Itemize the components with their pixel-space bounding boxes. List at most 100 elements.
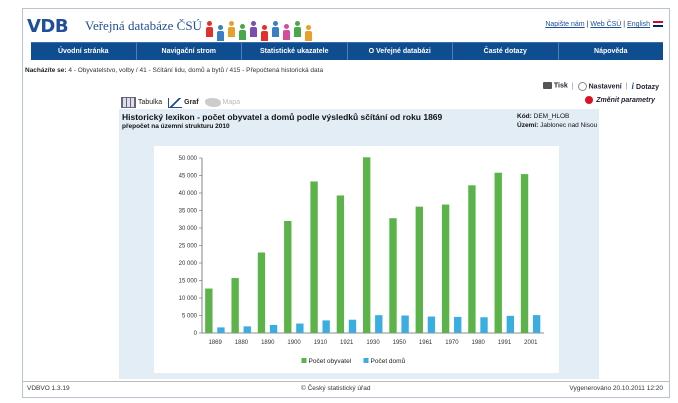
person-icon [249, 21, 258, 37]
bar-population [441, 204, 450, 333]
bar-houses [480, 317, 488, 333]
y-tick-label: 25 000 [179, 244, 198, 250]
bar-houses [348, 319, 357, 333]
y-tick-label: 20 000 [179, 261, 198, 267]
page-frame: VDB Veřejná databáze ČSÚ Napište nám | W… [22, 8, 670, 398]
x-tick-label: 1921 [340, 340, 354, 346]
x-tick-label: 1890 [261, 340, 275, 346]
site-title[interactable]: Veřejná databáze ČSÚ [85, 18, 202, 34]
x-tick-label: 1991 [498, 340, 512, 346]
bar-houses [427, 316, 436, 333]
web-csu-link[interactable]: Web ČSÚ [590, 21, 621, 28]
person-icon [227, 21, 236, 37]
bar-houses [375, 315, 383, 333]
info-icon: i [631, 81, 635, 91]
uk-flag-icon[interactable] [653, 21, 663, 28]
contact-link[interactable]: Napište nám [545, 21, 584, 28]
bar-houses [296, 323, 304, 333]
top-links: Napište nám | Web ČSÚ | English [545, 21, 663, 28]
legend-label: Počet obyvatel [309, 358, 352, 365]
y-tick-label: 15 000 [179, 279, 198, 285]
bar-population [257, 252, 266, 333]
queries-label: Dotazy [636, 84, 659, 91]
bar-population [284, 221, 292, 333]
bar-houses [532, 315, 541, 333]
nav-help[interactable]: Nápověda [559, 43, 664, 60]
nav-tree[interactable]: Navigační strom [137, 43, 242, 60]
printer-icon [542, 82, 552, 90]
print-button[interactable]: Tisk [542, 82, 568, 90]
legend-label: Počet domů [371, 357, 406, 365]
y-tick-label: 45 000 [179, 174, 198, 180]
content-panel: Historický lexikon - počet obyvatel a do… [119, 109, 599, 379]
tab-map: Mapa [204, 98, 241, 107]
graph-icon [168, 97, 183, 108]
bar-population [363, 157, 371, 333]
bar-population [415, 206, 423, 333]
y-tick-label: 0 [194, 331, 198, 337]
tab-graph[interactable]: Graf [168, 97, 199, 108]
settings-label: Nastavení [588, 82, 622, 90]
nav-home[interactable]: Úvodní stránka [31, 43, 137, 60]
tab-map-label: Mapa [222, 99, 241, 106]
x-tick-label: 1880 [235, 340, 249, 346]
legend-swatch [301, 358, 307, 363]
nav-about[interactable]: O Veřejné databázi [348, 43, 453, 60]
bar-population [205, 288, 213, 333]
person-icon [205, 21, 214, 37]
bar-houses [454, 316, 462, 333]
bar-population [389, 218, 397, 333]
people-figures-icon [205, 17, 313, 41]
copyright-text: © Český statistický úřad [301, 385, 371, 392]
nav-faq[interactable]: Časté dotazy [453, 43, 559, 60]
settings-button[interactable]: Nastavení [577, 81, 622, 91]
person-icon [238, 24, 247, 40]
tab-table[interactable]: Tabulka [121, 97, 162, 108]
bar-houses [217, 327, 225, 333]
vdb-logo[interactable]: VDB [27, 16, 69, 37]
bar-houses [506, 315, 515, 333]
breadcrumb-label: Nacházíte se: [25, 67, 67, 74]
x-tick-label: 1930 [366, 340, 380, 346]
english-link[interactable]: English [627, 21, 650, 28]
separator: | [625, 82, 628, 90]
site-header: VDB Veřejná databáze ČSÚ Napište nám | W… [23, 9, 669, 41]
change-params-button[interactable]: Změnit parametry [585, 96, 655, 104]
y-tick-label: 35 000 [179, 209, 198, 215]
y-tick-label: 5 000 [182, 314, 198, 320]
person-icon [304, 25, 313, 41]
population-chart: 0 5 000 10 000 15 000 20 000 25 000 30 000 35 0… [179, 156, 544, 365]
bar-population [336, 195, 345, 333]
nav-indicators[interactable]: Statistické ukazatele [242, 43, 348, 60]
bar-population [520, 174, 529, 333]
area-label: Území: [517, 122, 539, 129]
content-meta: Kód: DEM_HLOB Území: Jablonec nad Nisou [517, 112, 597, 130]
bar-houses [322, 320, 330, 333]
x-tick-label: 1961 [419, 340, 433, 346]
x-tick-label: 1910 [314, 340, 328, 346]
y-tick-label: 50 000 [179, 156, 198, 162]
x-tick-label: 1869 [208, 340, 222, 346]
breadcrumb-path[interactable]: 4 - Obyvatelstvo, volby / 41 - Sčítání l… [68, 67, 323, 74]
bar-population [310, 181, 318, 333]
footer-divider [23, 381, 669, 382]
separator: | [571, 82, 574, 90]
person-icon [260, 25, 269, 41]
x-tick-label: 1950 [393, 340, 407, 346]
x-tick-label: 1900 [287, 340, 301, 346]
y-tick-label: 40 000 [179, 191, 198, 197]
person-icon [271, 21, 280, 37]
code-value: DEM_HLOB [533, 113, 570, 120]
table-icon [121, 97, 136, 108]
queries-button[interactable]: i Dotazy [632, 81, 659, 91]
bar-houses [243, 326, 251, 333]
chart-box: 0 5 000 10 000 15 000 20 000 25 000 30 000 35 0… [154, 146, 559, 373]
x-tick-label: 1980 [472, 340, 486, 346]
change-params-label: Změnit parametry [596, 96, 655, 104]
print-label: Tisk [553, 82, 568, 90]
y-tick-label: 30 000 [179, 226, 198, 232]
generated-text: Vygenerováno 20.10.2011 12:20 [569, 385, 663, 392]
view-tabs: Tabulka Graf Mapa [121, 97, 240, 108]
content-subtitle: přepočet na územní strukturu 2010 [122, 123, 230, 130]
map-icon [204, 98, 221, 107]
